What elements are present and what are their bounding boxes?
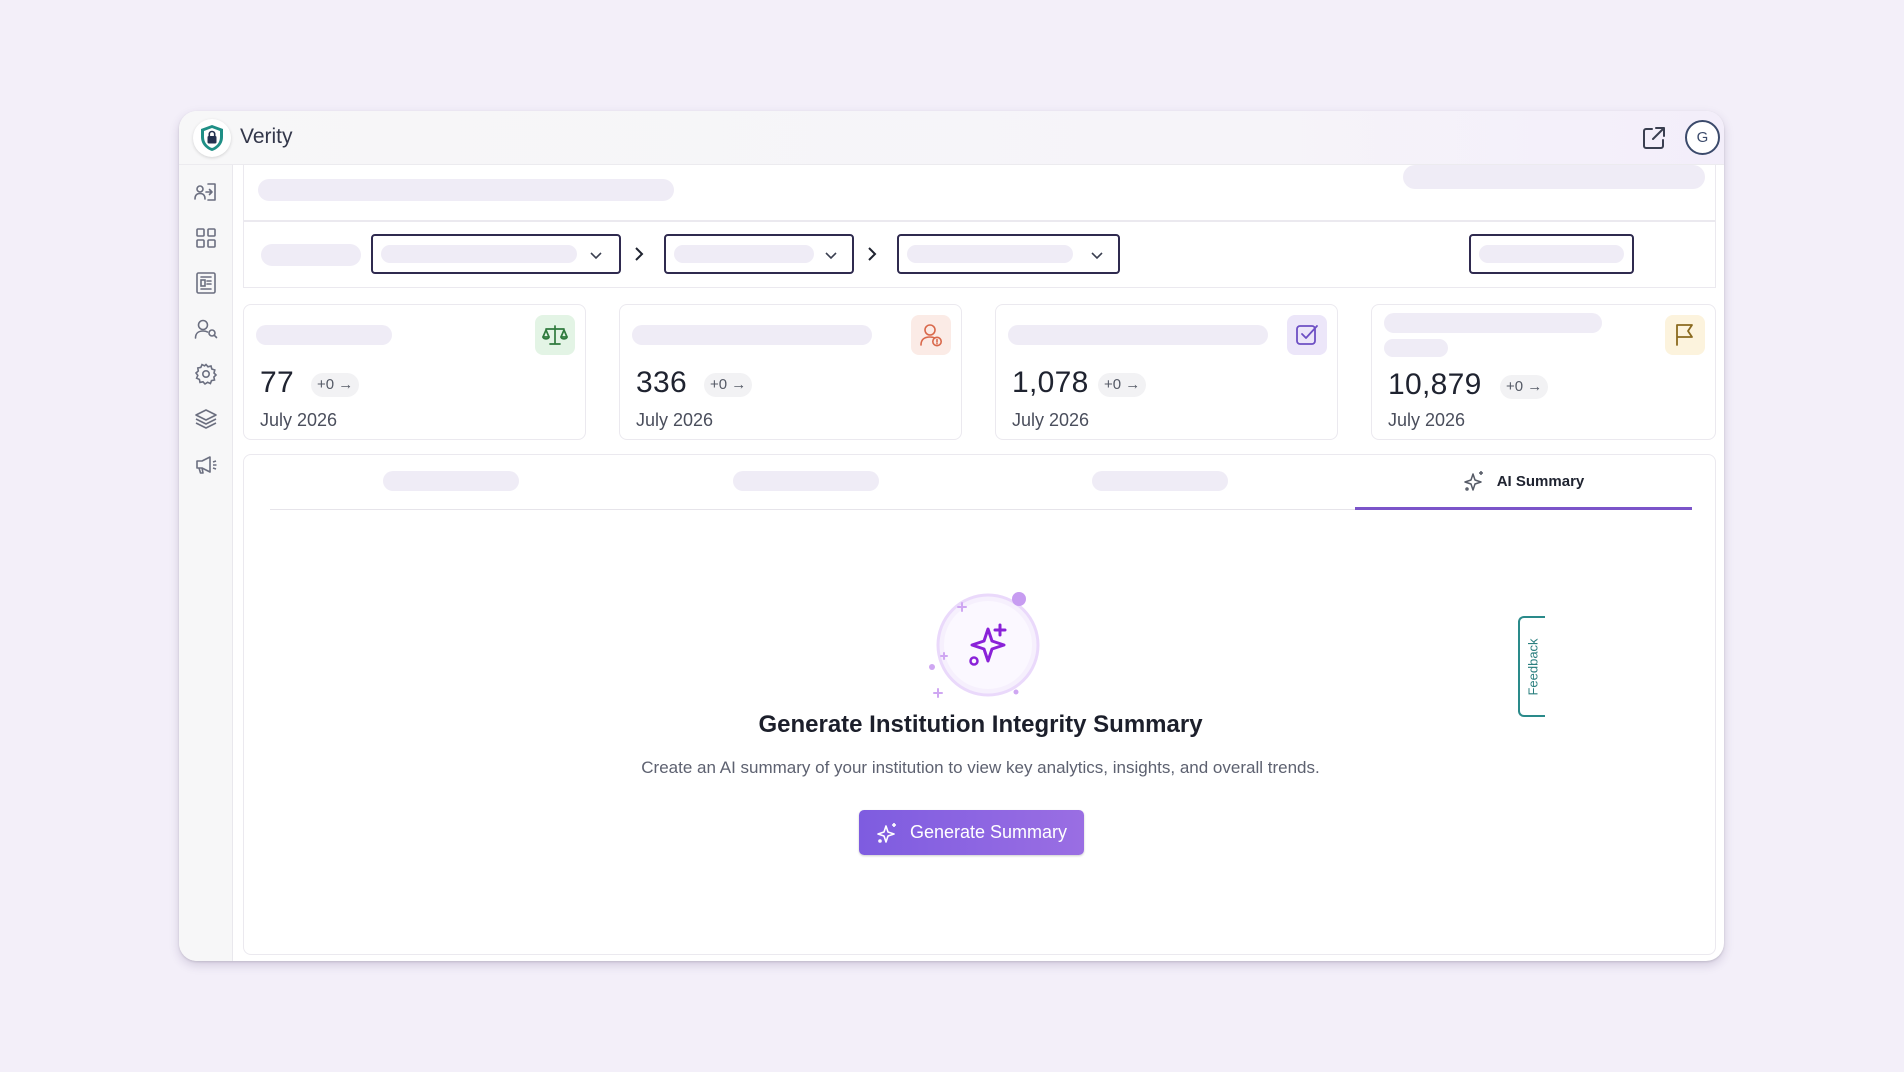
- sparkle-icon: [877, 822, 896, 843]
- filter-label-placeholder: [261, 244, 361, 266]
- chevron-right-icon: [635, 247, 644, 261]
- dashboard-grid-icon[interactable]: [194, 226, 218, 250]
- user-search-icon[interactable]: [194, 317, 218, 341]
- flag-icon: [1665, 315, 1705, 355]
- stat-value: 10,879: [1388, 368, 1482, 401]
- stat-period: July 2026: [1012, 410, 1090, 430]
- app-title: Verity: [240, 125, 293, 148]
- stat-card: 1,078 +0 → July 2026: [995, 304, 1338, 440]
- announcement-icon[interactable]: [194, 453, 218, 477]
- external-link-icon[interactable]: [1639, 123, 1669, 153]
- user-avatar[interactable]: G: [1685, 120, 1720, 155]
- top-bar: Verity G: [179, 111, 1724, 165]
- filter-select-1[interactable]: [371, 234, 621, 274]
- stat-delta: +0 →: [1098, 373, 1147, 397]
- chevron-down-icon: [590, 252, 602, 260]
- tabs-panel: AI Summary Generate Institution Integrit…: [243, 454, 1716, 955]
- tab-bar: AI Summary: [270, 455, 1692, 510]
- scales-icon: [535, 315, 575, 355]
- feedback-label: Feedback: [1525, 637, 1540, 696]
- report-icon[interactable]: [194, 271, 218, 295]
- stat-period: July 2026: [1388, 410, 1466, 430]
- tab-ai-summary[interactable]: AI Summary: [1355, 455, 1692, 510]
- filter-select-3[interactable]: [897, 234, 1120, 274]
- stat-value: 77: [260, 366, 294, 399]
- app-logo[interactable]: [193, 119, 231, 157]
- chevron-down-icon: [825, 252, 837, 260]
- stat-period: July 2026: [260, 410, 338, 430]
- action-placeholder: [1403, 165, 1705, 189]
- header-panel: [243, 165, 1716, 221]
- chevron-down-icon: [1091, 252, 1103, 260]
- stat-delta: +0 →: [1500, 375, 1549, 399]
- shield-lock-icon: [201, 125, 223, 151]
- stat-card: 336 +0 → July 2026: [619, 304, 962, 440]
- login-icon[interactable]: [194, 180, 218, 204]
- sparkle-icon: [1463, 471, 1483, 491]
- layers-icon[interactable]: [194, 407, 218, 431]
- settings-gear-icon[interactable]: [194, 362, 218, 386]
- app-window: Verity G 77 +0 → July 2026 336 +0 → July…: [179, 111, 1724, 961]
- arrow-right-icon: →: [731, 376, 747, 393]
- main-content: 77 +0 → July 2026 336 +0 → July 2026 1,0…: [243, 165, 1716, 955]
- chevron-right-icon: [868, 247, 877, 261]
- arrow-right-icon: →: [1527, 378, 1543, 395]
- summary-title: Generate Institution Integrity Summary: [758, 711, 1203, 738]
- sidebar: [179, 165, 233, 961]
- checkbox-icon: [1287, 315, 1327, 355]
- filter-bar: [243, 221, 1716, 288]
- filter-action-button[interactable]: [1469, 234, 1634, 274]
- stat-value: 336: [636, 366, 687, 399]
- stat-card: 77 +0 → July 2026: [243, 304, 586, 440]
- generate-summary-button[interactable]: Generate Summary: [859, 810, 1084, 855]
- arrow-right-icon: →: [1125, 376, 1141, 393]
- generate-summary-label: Generate Summary: [909, 822, 1068, 842]
- tab-placeholder[interactable]: [1092, 471, 1228, 491]
- summary-description: Create an AI summary of your institution…: [641, 758, 1320, 777]
- stat-delta: +0 →: [704, 373, 753, 397]
- tab-placeholder[interactable]: [733, 471, 879, 491]
- user-alert-icon: [911, 315, 951, 355]
- stat-period: July 2026: [636, 410, 714, 430]
- feedback-tab[interactable]: Feedback: [1518, 616, 1545, 717]
- stat-value: 1,078: [1012, 366, 1089, 399]
- stat-card: 10,879 +0 → July 2026: [1371, 304, 1716, 440]
- tab-placeholder[interactable]: [383, 471, 519, 491]
- stat-delta: +0 →: [311, 373, 360, 397]
- title-placeholder: [258, 179, 674, 201]
- filter-select-2[interactable]: [664, 234, 854, 274]
- arrow-right-icon: →: [338, 376, 354, 393]
- ai-sparkle-illustration-icon: [929, 592, 1040, 698]
